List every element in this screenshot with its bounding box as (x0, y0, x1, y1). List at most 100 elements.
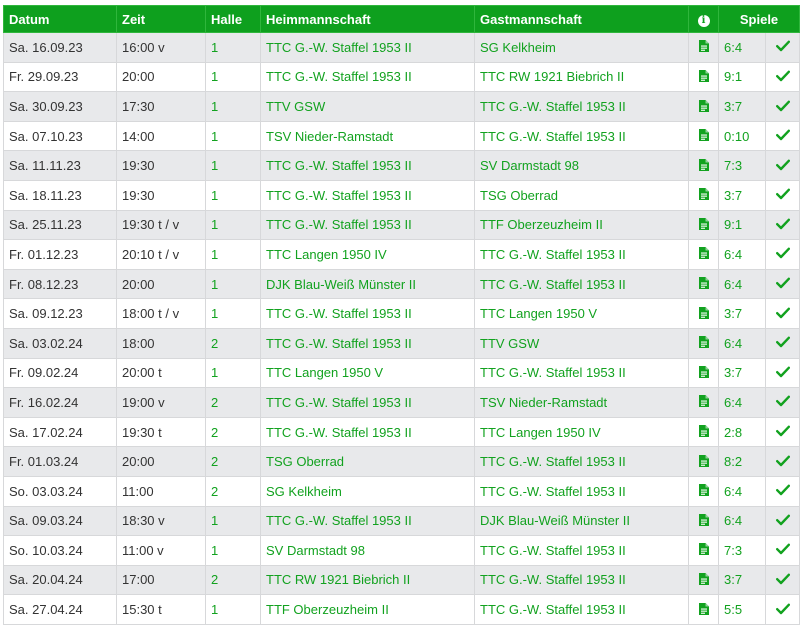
home-team-link[interactable]: TTC G.-W. Staffel 1953 II (266, 69, 412, 84)
match-hall[interactable]: 1 (205, 91, 261, 122)
document-icon[interactable] (698, 543, 709, 558)
match-hall[interactable]: 1 (205, 535, 261, 566)
match-score[interactable]: 3:7 (718, 357, 766, 389)
match-hall[interactable]: 2 (205, 387, 261, 418)
document-icon[interactable] (698, 247, 709, 262)
document-icon[interactable] (698, 573, 709, 588)
guest-team-link[interactable]: TTC Langen 1950 IV (480, 425, 601, 440)
match-score[interactable]: 6:4 (718, 387, 766, 418)
guest-team-link[interactable]: TTC G.-W. Staffel 1953 II (480, 454, 626, 469)
match-hall[interactable]: 1 (205, 209, 261, 241)
guest-team-link[interactable]: TTC G.-W. Staffel 1953 II (480, 129, 626, 144)
document-icon[interactable] (698, 40, 709, 55)
document-icon[interactable] (698, 454, 709, 470)
guest-team-link[interactable]: DJK Blau-Weiß Münster II (480, 513, 630, 528)
match-score[interactable]: 6:4 (718, 32, 766, 63)
guest-team-link[interactable]: TTC G.-W. Staffel 1953 II (480, 572, 626, 587)
document-icon[interactable] (698, 99, 709, 115)
guest-team-link[interactable]: TTC G.-W. Staffel 1953 II (480, 602, 626, 617)
guest-team-link[interactable]: TTC G.-W. Staffel 1953 II (480, 99, 626, 114)
match-score[interactable]: 9:1 (718, 61, 766, 93)
document-icon[interactable] (698, 217, 709, 233)
home-team-link[interactable]: TTC G.-W. Staffel 1953 II (266, 188, 412, 203)
guest-team-link[interactable]: TTC Langen 1950 V (480, 306, 597, 321)
guest-team-link[interactable]: SV Darmstadt 98 (480, 158, 579, 173)
match-hall[interactable]: 1 (205, 239, 261, 270)
guest-team-link[interactable]: TSG Oberrad (480, 188, 558, 203)
guest-team-link[interactable]: TTC RW 1921 Biebrich II (480, 69, 624, 84)
document-icon[interactable] (698, 395, 709, 410)
match-hall[interactable]: 2 (205, 327, 261, 359)
document-icon[interactable] (698, 365, 709, 381)
home-team-link[interactable]: TSV Nieder-Ramstadt (266, 129, 393, 144)
guest-team-link[interactable]: SG Kelkheim (480, 40, 556, 55)
guest-team-link[interactable]: TTC G.-W. Staffel 1953 II (480, 543, 626, 558)
home-team-link[interactable]: TTV GSW (266, 99, 325, 114)
match-hall[interactable]: 1 (205, 120, 261, 152)
home-team-link[interactable]: TTC G.-W. Staffel 1953 II (266, 513, 412, 528)
match-score[interactable]: 3:7 (718, 179, 766, 211)
document-icon[interactable] (698, 129, 709, 144)
match-hall[interactable]: 2 (205, 564, 261, 596)
match-hall[interactable]: 2 (205, 475, 261, 507)
home-team-link[interactable]: SG Kelkheim (266, 484, 342, 499)
match-hall[interactable]: 1 (205, 505, 261, 537)
home-team-link[interactable]: DJK Blau-Weiß Münster II (266, 277, 416, 292)
match-score[interactable]: 6:4 (718, 475, 766, 507)
guest-team-link[interactable]: TTC G.-W. Staffel 1953 II (480, 484, 626, 499)
document-icon[interactable] (698, 188, 709, 203)
match-hall[interactable]: 1 (205, 32, 261, 63)
home-team-link[interactable]: TTC Langen 1950 IV (266, 247, 387, 262)
guest-team-link[interactable]: TTC G.-W. Staffel 1953 II (480, 277, 626, 292)
guest-team-link[interactable]: TTF Oberzeuzheim II (480, 217, 603, 232)
match-score[interactable]: 6:4 (718, 505, 766, 537)
match-score[interactable]: 5:5 (718, 594, 766, 625)
document-icon[interactable] (698, 513, 709, 529)
document-icon[interactable] (698, 602, 709, 618)
match-hall[interactable]: 1 (205, 268, 261, 300)
match-score[interactable]: 7:3 (718, 535, 766, 566)
home-team-link[interactable]: TTC G.-W. Staffel 1953 II (266, 336, 412, 351)
document-icon[interactable] (698, 158, 709, 174)
document-icon[interactable] (698, 69, 709, 85)
document-icon[interactable] (698, 306, 709, 322)
match-score[interactable]: 9:1 (718, 209, 766, 241)
guest-team-link[interactable]: TTC G.-W. Staffel 1953 II (480, 365, 626, 380)
home-team-link[interactable]: TTC G.-W. Staffel 1953 II (266, 217, 412, 232)
match-hall[interactable]: 2 (205, 416, 261, 448)
home-team-link[interactable]: TTC RW 1921 Biebrich II (266, 572, 410, 587)
guest-team-link[interactable]: TSV Nieder-Ramstadt (480, 395, 607, 410)
match-hall[interactable]: 1 (205, 179, 261, 211)
match-score[interactable]: 8:2 (718, 446, 766, 477)
match-hall[interactable]: 1 (205, 594, 261, 625)
document-icon[interactable] (698, 277, 709, 292)
home-team-link[interactable]: TTC G.-W. Staffel 1953 II (266, 395, 412, 410)
match-score[interactable]: 2:8 (718, 416, 766, 448)
home-team-link[interactable]: TTC Langen 1950 V (266, 365, 383, 380)
match-score[interactable]: 3:7 (718, 298, 766, 329)
home-team-link[interactable]: TTC G.-W. Staffel 1953 II (266, 306, 412, 321)
home-team-link[interactable]: TTC G.-W. Staffel 1953 II (266, 425, 412, 440)
home-team-link[interactable]: TTC G.-W. Staffel 1953 II (266, 158, 412, 173)
document-icon[interactable] (698, 336, 709, 351)
home-team-link[interactable]: SV Darmstadt 98 (266, 543, 365, 558)
match-score[interactable]: 7:3 (718, 150, 766, 181)
document-icon[interactable] (698, 425, 709, 440)
match-hall[interactable]: 1 (205, 61, 261, 93)
match-hall[interactable]: 1 (205, 357, 261, 389)
match-hall[interactable]: 1 (205, 298, 261, 329)
match-hall[interactable]: 2 (205, 446, 261, 477)
match-score[interactable]: 3:7 (718, 564, 766, 596)
match-score[interactable]: 0:10 (718, 120, 766, 152)
match-hall[interactable]: 1 (205, 150, 261, 181)
match-score[interactable]: 6:4 (718, 327, 766, 359)
home-team-link[interactable]: TTF Oberzeuzheim II (266, 602, 389, 617)
home-team-link[interactable]: TSG Oberrad (266, 454, 344, 469)
match-score[interactable]: 6:4 (718, 239, 766, 270)
document-icon[interactable] (698, 484, 709, 499)
home-team-link[interactable]: TTC G.-W. Staffel 1953 II (266, 40, 412, 55)
match-score[interactable]: 6:4 (718, 268, 766, 300)
guest-team-link[interactable]: TTC G.-W. Staffel 1953 II (480, 247, 626, 262)
guest-team-link[interactable]: TTV GSW (480, 336, 539, 351)
match-score[interactable]: 3:7 (718, 91, 766, 122)
